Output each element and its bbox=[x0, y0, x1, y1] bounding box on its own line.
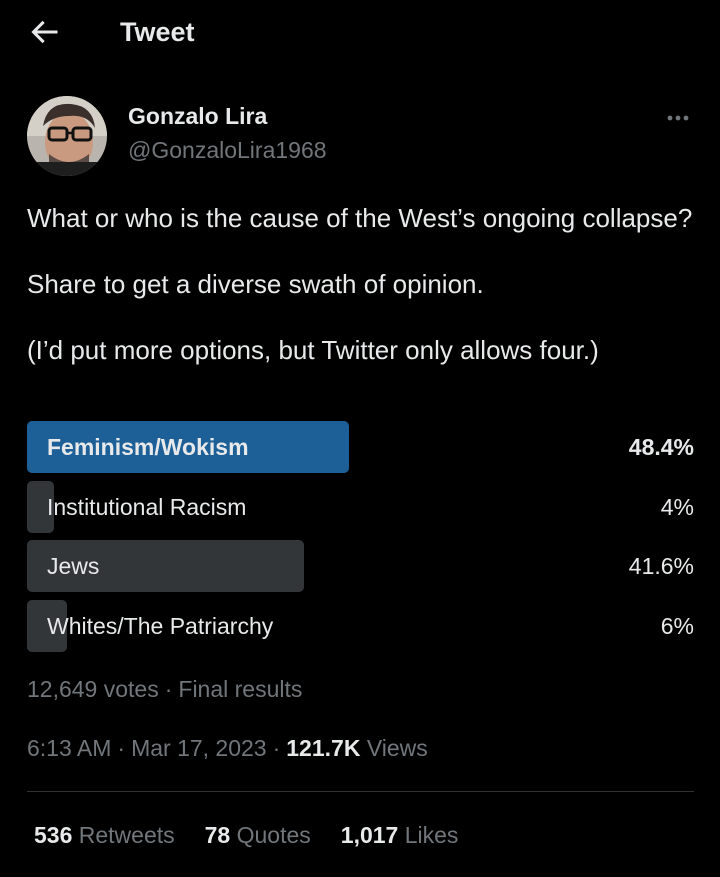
quotes-stat[interactable]: 78 Quotes bbox=[205, 819, 311, 851]
poll-option: Feminism/Wokism 48.4% bbox=[27, 421, 694, 473]
views-label: Views bbox=[366, 735, 428, 761]
divider bbox=[27, 791, 694, 792]
author-name[interactable]: Gonzalo Lira bbox=[128, 103, 267, 130]
tweet-paragraph-1: What or who is the cause of the West’s o… bbox=[27, 203, 693, 233]
poll-option: Whites/The Patriarchy 6% bbox=[27, 599, 694, 652]
separator-dot: · bbox=[164, 676, 173, 702]
poll-option-label: Jews bbox=[47, 553, 100, 579]
tweet-paragraph-2: Share to get a diverse swath of opinion. bbox=[27, 269, 484, 299]
tweet-metadata: 6:13 AM · Mar 17, 2023 · 121.7K Views bbox=[27, 732, 428, 764]
retweets-count: 536 bbox=[34, 822, 73, 848]
page-title: Tweet bbox=[120, 17, 195, 47]
top-bar: Tweet bbox=[0, 0, 720, 64]
tweet-paragraph-3: (I’d put more options, but Twitter only … bbox=[27, 335, 599, 365]
arrow-left-icon bbox=[31, 20, 58, 44]
poll-option-label: Feminism/Wokism bbox=[47, 434, 249, 460]
poll-option-percent: 48.4% bbox=[628, 434, 694, 460]
views-count: 121.7K bbox=[286, 735, 361, 761]
quotes-label: Quotes bbox=[236, 822, 311, 848]
more-horizontal-icon bbox=[667, 115, 689, 121]
engagement-stats: 536 Retweets 78 Quotes 1,017 Likes bbox=[34, 819, 488, 851]
likes-count: 1,017 bbox=[340, 822, 399, 848]
poll-option: Institutional Racism 4% bbox=[27, 480, 694, 533]
poll-option: Jews 41.6% bbox=[27, 540, 694, 592]
poll-option-percent: 41.6% bbox=[628, 553, 694, 579]
avatar[interactable] bbox=[27, 96, 107, 176]
poll-summary: 12,649 votes · Final results bbox=[27, 673, 302, 705]
poll-option-percent: 6% bbox=[660, 612, 694, 639]
tweet-time[interactable]: 6:13 AM bbox=[27, 735, 111, 761]
author-handle[interactable]: @GonzaloLira1968 bbox=[128, 137, 327, 164]
poll-option-percent: 4% bbox=[660, 493, 694, 520]
poll-option-label: Institutional Racism bbox=[47, 493, 247, 520]
poll: Feminism/Wokism 48.4% Institutional Raci… bbox=[27, 421, 694, 659]
tweet-text: What or who is the cause of the West’s o… bbox=[27, 202, 697, 367]
poll-status: Final results bbox=[178, 676, 303, 702]
poll-votes: 12,649 votes bbox=[27, 676, 159, 702]
tweet-date[interactable]: Mar 17, 2023 bbox=[131, 735, 267, 761]
separator-dot: · bbox=[272, 735, 281, 761]
poll-option-label: Whites/The Patriarchy bbox=[47, 612, 274, 639]
retweets-label: Retweets bbox=[78, 822, 175, 848]
separator-dot: · bbox=[117, 735, 126, 761]
quotes-count: 78 bbox=[204, 822, 231, 848]
likes-stat[interactable]: 1,017 Likes bbox=[341, 819, 459, 851]
avatar-image bbox=[27, 96, 107, 176]
likes-label: Likes bbox=[404, 822, 459, 848]
more-options-button[interactable] bbox=[660, 104, 696, 132]
back-button[interactable] bbox=[26, 14, 62, 50]
retweets-stat[interactable]: 536 Retweets bbox=[34, 819, 175, 851]
